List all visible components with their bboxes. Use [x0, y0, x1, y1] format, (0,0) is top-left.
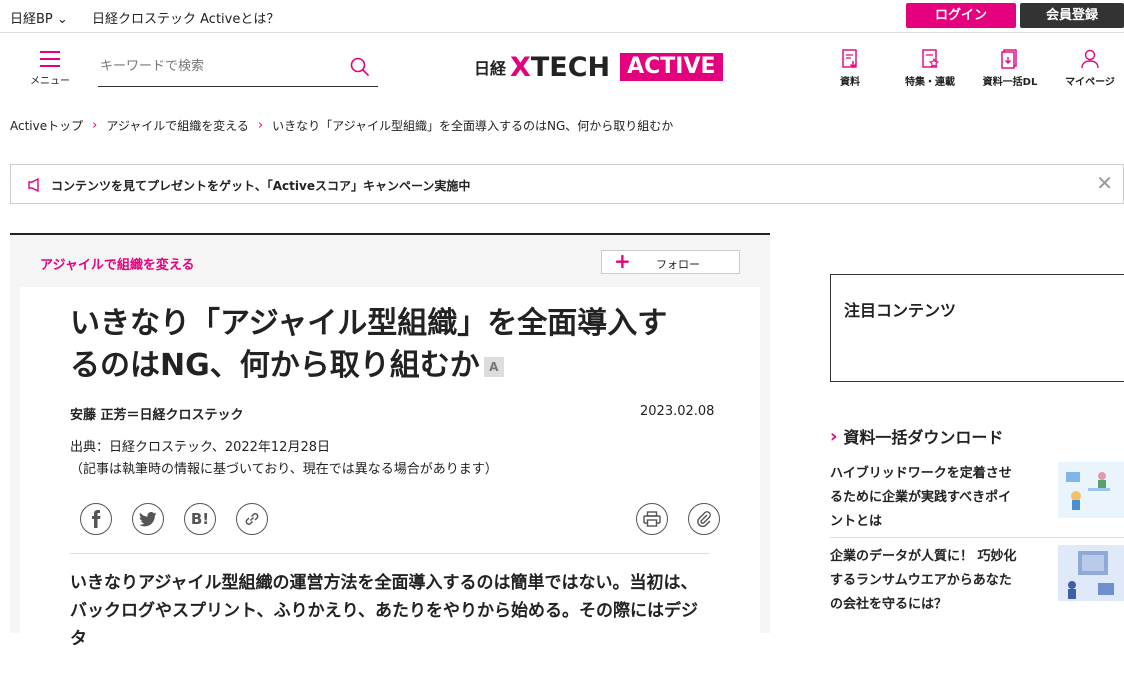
login-button[interactable]: ログイン [906, 3, 1016, 28]
feature-series-icon [922, 49, 940, 68]
link-icon [245, 513, 259, 525]
campaign-banner[interactable]: コンテンツを見てプレゼントをゲット、「Activeスコア」キャンペーン実施中 ✕ [10, 164, 1124, 204]
search-box [98, 49, 378, 87]
article-body: いきなり「アジャイル型組織」を全面導入す るのはNG、何から取り組むか A 安藤 … [20, 287, 760, 687]
register-button[interactable]: 会員登録 [1020, 3, 1124, 28]
twitter-share-button[interactable] [132, 503, 164, 535]
chevron-right-icon: › [257, 118, 264, 133]
download-item[interactable]: ハイブリッドワークを定着させ るために企業が実践すべきポイ ントとは [830, 462, 1124, 534]
article-author: 安藤 正芳＝日経クロステック [70, 408, 244, 423]
plus-icon: + [614, 249, 631, 273]
facebook-icon [92, 510, 101, 528]
close-icon[interactable]: ✕ [1096, 171, 1113, 195]
top-bar: 日経BP ⌄ 日経クロステック Activeとは？ ログイン 会員登録 [0, 0, 1124, 33]
search-icon[interactable] [350, 57, 370, 81]
site-header: メニュー 日経 XTECH ACTIVE 資料 特集・連載 資料一括DL マイペ… [0, 33, 1124, 101]
article-note: （記事は執筆時の情報に基づいており、現在では異なる場合があります） [70, 462, 498, 477]
menu-label: メニュー [30, 76, 70, 87]
printer-icon [643, 511, 661, 527]
about-active-link[interactable]: 日経クロステック Activeとは？ [92, 8, 279, 27]
article-date: 2023.02.08 [640, 404, 715, 419]
facebook-share-button[interactable] [80, 503, 112, 535]
breadcrumb-item-current: いきなり「アジャイル型組織」を全面導入するのはNG、何から取り組むか [272, 119, 674, 133]
chevron-right-icon: › [92, 118, 98, 133]
logo-xtech: XTECH [510, 51, 611, 83]
header-mypage[interactable]: マイページ [1062, 48, 1118, 88]
article-source: 出典：日経クロステック、2022年12月28日 [70, 440, 330, 455]
menu-button[interactable]: メニュー [28, 51, 72, 87]
hamburger-icon [28, 51, 72, 67]
document-download-icon [842, 49, 857, 68]
featured-title: 注目コンテンツ [844, 301, 957, 320]
header-icon-label: 資料 [840, 77, 860, 88]
breadcrumb-item-top[interactable]: Activeトップ [10, 117, 83, 134]
series-link[interactable]: アジャイルで組織を変える [40, 254, 194, 273]
breadcrumb: Activeトップ › アジャイルで組織を変える › いきなり「アジャイル型組織… [10, 117, 673, 134]
header-features[interactable]: 特集・連載 [902, 48, 958, 88]
header-icon-label: 特集・連載 [905, 77, 955, 88]
download-heading[interactable]: › 資料一括ダウンロード [830, 424, 1003, 448]
header-icon-label: 資料一括DL [982, 77, 1038, 88]
header-documents[interactable]: 資料 [836, 48, 864, 88]
paperclip-icon [697, 511, 711, 528]
site-logo[interactable]: 日経 XTECH ACTIVE [474, 51, 723, 83]
clip-button[interactable] [688, 503, 720, 535]
header-icon-label: マイページ [1065, 77, 1115, 88]
download-title: 資料一括ダウンロード [843, 428, 1004, 447]
download-item[interactable]: 企業のデータが人質に！ 巧妙化 するランサムウエアからあなた の会社を守るには？ [830, 545, 1124, 617]
hatena-icon: B! [190, 510, 210, 528]
divider [70, 553, 710, 554]
chevron-right-icon: › [830, 425, 838, 447]
download-thumbnail [1058, 462, 1124, 518]
campaign-text: コンテンツを見てプレゼントをゲット、「Activeスコア」キャンペーン実施中 [51, 179, 471, 193]
download-item-title: ハイブリッドワークを定着させ るために企業が実践すべきポイ ントとは [830, 466, 1012, 529]
breadcrumb-item-series[interactable]: アジャイルで組織を変える [106, 117, 249, 134]
featured-contents-box: 注目コンテンツ [830, 274, 1124, 382]
divider [830, 537, 1124, 538]
header-bulk-download[interactable]: 資料一括DL [980, 48, 1040, 88]
print-button[interactable] [636, 503, 668, 535]
copy-link-button[interactable] [236, 503, 268, 535]
article-lead: いきなりアジャイル型組織の運営方法を全面導入するのは簡単ではない。当初は、 バッ… [70, 573, 698, 649]
logo-nikkei: 日経 [474, 59, 507, 78]
search-input[interactable] [98, 49, 338, 83]
twitter-icon [139, 511, 157, 526]
download-thumbnail [1058, 545, 1124, 601]
follow-button[interactable]: + フォロー [601, 249, 740, 274]
download-item-title: 企業のデータが人質に！ 巧妙化 するランサムウエアからあなた の会社を守るには？ [830, 549, 1017, 612]
logo-active: ACTIVE [620, 53, 723, 81]
user-icon [1081, 49, 1099, 69]
nikkei-bp-menu[interactable]: 日経BP ⌄ [10, 8, 68, 27]
hatena-bookmark-button[interactable]: B! [184, 503, 216, 535]
article-title: いきなり「アジャイル型組織」を全面導入す るのはNG、何から取り組むか A [70, 306, 668, 383]
font-size-icon[interactable]: A [483, 356, 504, 377]
follow-label: フォロー [656, 258, 700, 271]
megaphone-icon [27, 177, 43, 196]
article-container: アジャイルで組織を変える + フォロー いきなり「アジャイル型組織」を全面導入す… [10, 233, 770, 687]
bulk-download-icon [1001, 49, 1017, 69]
